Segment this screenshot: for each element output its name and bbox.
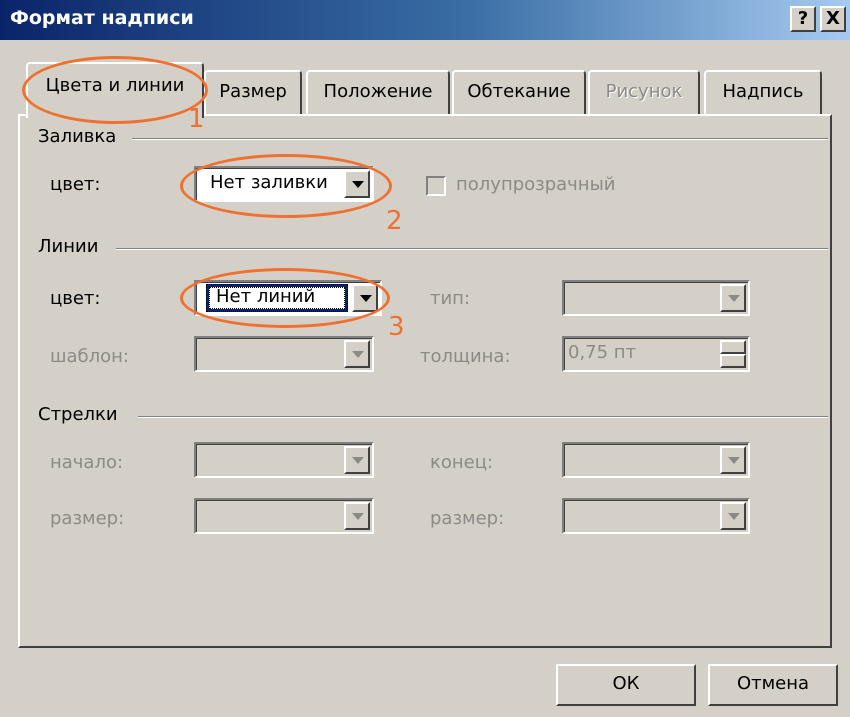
- chevron-down-icon: [720, 446, 746, 474]
- tab-size[interactable]: Размер: [204, 70, 302, 116]
- arrow-begin-size-label: размер:: [50, 508, 125, 529]
- arrow-end-label: конец:: [430, 452, 494, 473]
- help-button[interactable]: ?: [790, 6, 816, 32]
- arrow-begin-label: начало:: [50, 452, 124, 473]
- line-weight-label: толщина:: [420, 346, 511, 367]
- cancel-button[interactable]: Отмена: [708, 664, 838, 706]
- line-type-select: [562, 280, 750, 316]
- fill-color-value: Нет заливки: [210, 172, 328, 193]
- annotation-number-2: 2: [386, 206, 403, 236]
- tab-picture: Рисунок: [588, 70, 700, 116]
- spin-down-icon: [720, 354, 746, 368]
- arrow-begin-select: [194, 442, 374, 478]
- line-color-value: Нет линий: [216, 286, 316, 307]
- fill-group-label: Заливка: [38, 126, 125, 147]
- chevron-down-icon[interactable]: [352, 284, 378, 312]
- chevron-down-icon: [720, 502, 746, 530]
- chevron-down-icon: [344, 502, 370, 530]
- close-button[interactable]: X: [820, 6, 846, 32]
- fill-color-label: цвет:: [50, 174, 101, 195]
- title-bar: Формат надписи ? X: [0, 0, 850, 40]
- chevron-down-icon[interactable]: [344, 170, 370, 198]
- line-color-select[interactable]: Нет линий: [194, 280, 382, 316]
- annotation-number-1: 1: [188, 104, 205, 134]
- arrow-end-size-label: размер:: [430, 508, 505, 529]
- chevron-down-icon: [344, 446, 370, 474]
- arrows-group-divider: [138, 416, 828, 418]
- arrow-end-select: [562, 442, 750, 478]
- arrow-begin-size-select: [194, 498, 374, 534]
- ok-button[interactable]: ОК: [556, 664, 696, 706]
- tab-position[interactable]: Положение: [306, 70, 450, 116]
- spin-up-icon: [720, 340, 746, 354]
- arrows-group-label: Стрелки: [38, 404, 126, 425]
- tab-wrapping[interactable]: Обтекание: [452, 70, 586, 116]
- chevron-down-icon: [720, 284, 746, 312]
- fill-color-select[interactable]: Нет заливки: [194, 166, 374, 202]
- tab-textbox[interactable]: Надпись: [704, 70, 822, 116]
- tab-panel: [18, 114, 832, 648]
- window-title: Формат надписи: [10, 7, 194, 29]
- line-color-label: цвет:: [50, 288, 101, 309]
- arrow-end-size-select: [562, 498, 750, 534]
- transparent-checkbox: [426, 176, 446, 196]
- line-weight-input: 0,75 пт: [562, 336, 750, 372]
- lines-group-label: Линии: [38, 236, 107, 257]
- lines-group-divider: [116, 248, 828, 250]
- annotation-number-3: 3: [388, 312, 405, 342]
- line-pattern-select: [194, 336, 374, 372]
- fill-group-divider: [132, 138, 828, 140]
- weight-spinner: [720, 340, 746, 368]
- line-pattern-label: шаблон:: [50, 346, 129, 367]
- line-weight-value: 0,75 пт: [568, 342, 637, 363]
- tab-colors-and-lines[interactable]: Цвета и линии: [26, 62, 204, 118]
- transparent-label: полупрозрачный: [456, 174, 616, 195]
- chevron-down-icon: [344, 340, 370, 368]
- line-type-label: тип:: [430, 288, 471, 309]
